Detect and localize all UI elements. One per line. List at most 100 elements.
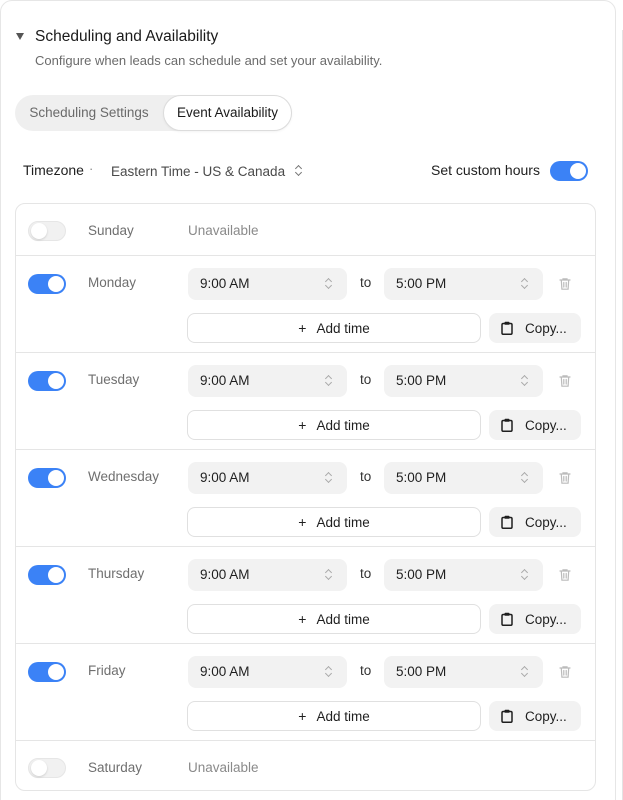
start-time-value: 9:00 AM [200, 567, 250, 582]
copy-button[interactable]: Copy... [489, 410, 581, 440]
clipboard-icon [501, 418, 513, 432]
day-toggle-wednesday[interactable] [28, 468, 66, 488]
tab-scheduling-settings[interactable]: Scheduling Settings [15, 95, 163, 131]
plus-icon: + [298, 708, 307, 724]
add-time-button[interactable]: + Add time [187, 410, 481, 440]
add-time-button[interactable]: + Add time [187, 604, 481, 634]
start-time-select[interactable]: 9:00 AM [188, 559, 347, 591]
day-row-saturday: Saturday Unavailable [16, 741, 595, 790]
select-updown-icon [521, 666, 529, 678]
start-time-value: 9:00 AM [200, 276, 250, 291]
day-row-friday: Friday 9:00 AM to 5:00 PM + Add time Copy… [16, 644, 595, 741]
custom-hours-toggle[interactable] [550, 161, 588, 181]
copy-label: Copy... [525, 514, 567, 530]
select-updown-icon [295, 165, 303, 177]
end-time-select[interactable]: 5:00 PM [384, 268, 543, 300]
unavailable-label: Unavailable [188, 760, 259, 775]
copy-label: Copy... [525, 708, 567, 724]
plus-icon: + [298, 611, 307, 627]
day-toggle-monday[interactable] [28, 274, 66, 294]
day-row-wednesday: Wednesday 9:00 AM to 5:00 PM + Add time C… [16, 450, 595, 547]
copy-button[interactable]: Copy... [489, 701, 581, 731]
copy-label: Copy... [525, 611, 567, 627]
select-updown-icon [325, 278, 333, 290]
toggle-knob [31, 760, 47, 776]
end-time-value: 5:00 PM [396, 664, 447, 679]
copy-label: Copy... [525, 320, 567, 336]
to-label: to [360, 372, 372, 387]
trash-icon[interactable] [557, 567, 573, 583]
plus-icon: + [298, 514, 307, 530]
start-time-select[interactable]: 9:00 AM [188, 656, 347, 688]
timezone-value: Eastern Time - US & Canada [111, 163, 286, 179]
to-label: to [360, 275, 372, 290]
day-toggle-tuesday[interactable] [28, 371, 66, 391]
tab-switcher: Scheduling Settings Event Availability [15, 95, 292, 131]
day-toggle-saturday[interactable] [28, 758, 66, 778]
timezone-separator: · [89, 161, 94, 176]
trash-icon[interactable] [557, 276, 573, 292]
toggle-knob [48, 276, 64, 292]
select-updown-icon [325, 666, 333, 678]
add-time-label: Add time [316, 320, 370, 336]
copy-button[interactable]: Copy... [489, 313, 581, 343]
section-header[interactable]: Scheduling and Availability [16, 28, 218, 46]
trash-icon[interactable] [557, 664, 573, 680]
day-name: Tuesday [88, 372, 140, 387]
add-time-label: Add time [316, 514, 370, 530]
add-time-label: Add time [316, 611, 370, 627]
select-updown-icon [521, 472, 529, 484]
to-label: to [360, 663, 372, 678]
trash-icon[interactable] [557, 373, 573, 389]
clipboard-icon [501, 709, 513, 723]
add-time-label: Add time [316, 417, 370, 433]
start-time-value: 9:00 AM [200, 373, 250, 388]
toggle-knob [570, 163, 586, 179]
timezone-select[interactable]: Eastern Time - US & Canada [111, 160, 303, 182]
start-time-select[interactable]: 9:00 AM [188, 268, 347, 300]
tab-event-availability[interactable]: Event Availability [163, 95, 292, 131]
end-time-value: 5:00 PM [396, 276, 447, 291]
day-toggle-sunday[interactable] [28, 221, 66, 241]
end-time-select[interactable]: 5:00 PM [384, 559, 543, 591]
add-time-button[interactable]: + Add time [187, 507, 481, 537]
add-time-label: Add time [316, 708, 370, 724]
day-toggle-thursday[interactable] [28, 565, 66, 585]
clipboard-icon [501, 612, 513, 626]
copy-button[interactable]: Copy... [489, 507, 581, 537]
toggle-knob [48, 373, 64, 389]
day-name: Monday [88, 275, 137, 290]
custom-hours-label: Set custom hours [431, 162, 540, 178]
day-row-tuesday: Tuesday 9:00 AM to 5:00 PM + Add time Cop… [16, 353, 595, 450]
trash-icon[interactable] [557, 470, 573, 486]
day-name: Friday [88, 663, 126, 678]
end-time-select[interactable]: 5:00 PM [384, 365, 543, 397]
start-time-select[interactable]: 9:00 AM [188, 365, 347, 397]
end-time-select[interactable]: 5:00 PM [384, 656, 543, 688]
end-time-select[interactable]: 5:00 PM [384, 462, 543, 494]
copy-label: Copy... [525, 417, 567, 433]
end-time-value: 5:00 PM [396, 470, 447, 485]
end-time-value: 5:00 PM [396, 567, 447, 582]
plus-icon: + [298, 320, 307, 336]
select-updown-icon [521, 569, 529, 581]
weekly-availability: Sunday Unavailable Monday 9:00 AM to 5:0… [15, 203, 596, 791]
collapse-caret-icon[interactable] [16, 32, 24, 40]
day-toggle-friday[interactable] [28, 662, 66, 682]
copy-button[interactable]: Copy... [489, 604, 581, 634]
unavailable-label: Unavailable [188, 223, 259, 238]
add-time-button[interactable]: + Add time [187, 701, 481, 731]
clipboard-icon [501, 321, 513, 335]
to-label: to [360, 469, 372, 484]
day-name: Thursday [88, 566, 145, 581]
select-updown-icon [521, 278, 529, 290]
day-row-thursday: Thursday 9:00 AM to 5:00 PM + Add time Co… [16, 547, 595, 644]
day-name: Sunday [88, 223, 134, 238]
select-updown-icon [521, 375, 529, 387]
timezone-label: Timezone [23, 162, 84, 178]
start-time-select[interactable]: 9:00 AM [188, 462, 347, 494]
add-time-button[interactable]: + Add time [187, 313, 481, 343]
toggle-knob [48, 664, 64, 680]
select-updown-icon [325, 375, 333, 387]
to-label: to [360, 566, 372, 581]
